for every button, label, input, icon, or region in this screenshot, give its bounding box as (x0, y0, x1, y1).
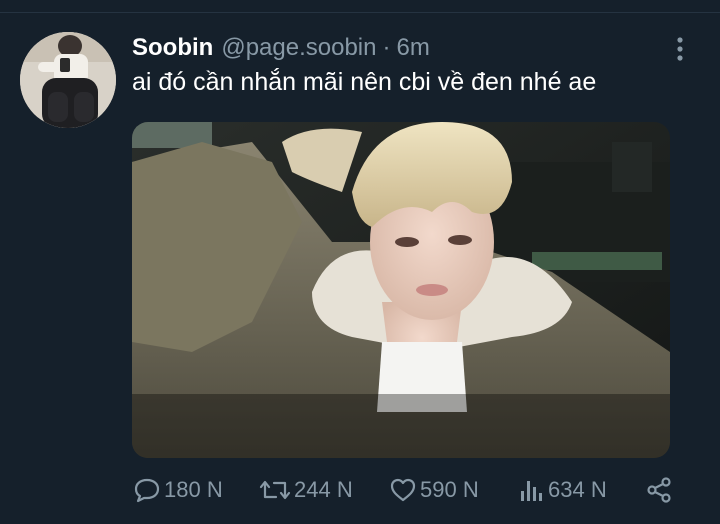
retweet-icon (259, 480, 291, 500)
header-separator: · (382, 34, 391, 61)
bar-chart-icon (521, 481, 542, 501)
avatar-photo (20, 32, 116, 128)
tweet-media-photo[interactable] (132, 122, 670, 458)
views-count: 634 N (548, 477, 607, 502)
avatar[interactable] (20, 32, 116, 128)
author-name[interactable]: Soobin (132, 34, 213, 62)
reply-count: 180 N (164, 477, 223, 502)
reply-button[interactable]: 180 N (132, 472, 223, 508)
more-vertical-icon (677, 37, 683, 61)
like-count: 590 N (420, 477, 479, 502)
retweet-button[interactable]: 244 N (258, 472, 353, 508)
heart-icon (390, 478, 416, 502)
like-button[interactable]: 590 N (388, 472, 479, 508)
share-button[interactable] (644, 472, 674, 508)
views-button[interactable]: 634 N (518, 472, 607, 508)
comment-icon (134, 478, 160, 503)
tweet-text: ai đó cần nhắn mãi nên cbi về đen nhé ae (132, 68, 597, 96)
tweet-action-bar: 180 N 244 N 590 N 634 N (132, 472, 692, 508)
retweet-count: 244 N (294, 477, 353, 502)
tweet-timestamp[interactable]: 6m (396, 34, 429, 62)
more-options-button[interactable] (672, 36, 688, 62)
share-icon (647, 477, 671, 503)
tweet-header: Soobin @page.soobin · 6m (132, 34, 430, 64)
author-handle[interactable]: @page.soobin (221, 34, 376, 62)
media-image (132, 122, 670, 458)
top-divider (0, 12, 720, 13)
